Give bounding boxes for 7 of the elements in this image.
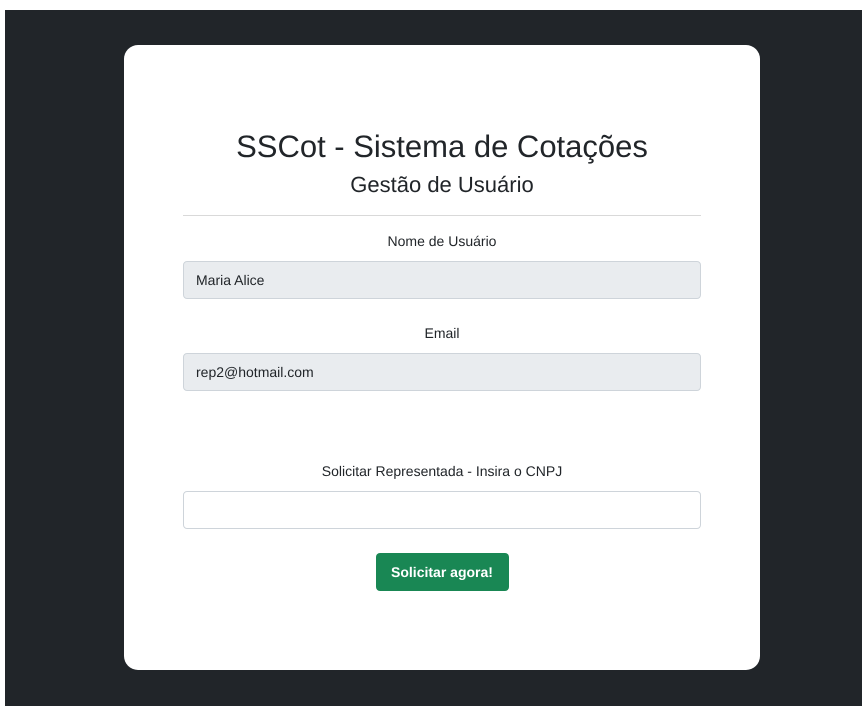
page-subtitle: Gestão de Usuário (349, 171, 535, 199)
page-title: SSCot - Sistema de Cotações (235, 129, 649, 165)
input-field[interactable] (183, 491, 701, 529)
field-label: Nome de Usuário (386, 232, 498, 251)
field-label: Email (423, 324, 460, 343)
field-label: Solicitar Representada - Insira o CNPJ (320, 462, 564, 481)
request-button[interactable]: Solicitar agora! (376, 553, 508, 591)
